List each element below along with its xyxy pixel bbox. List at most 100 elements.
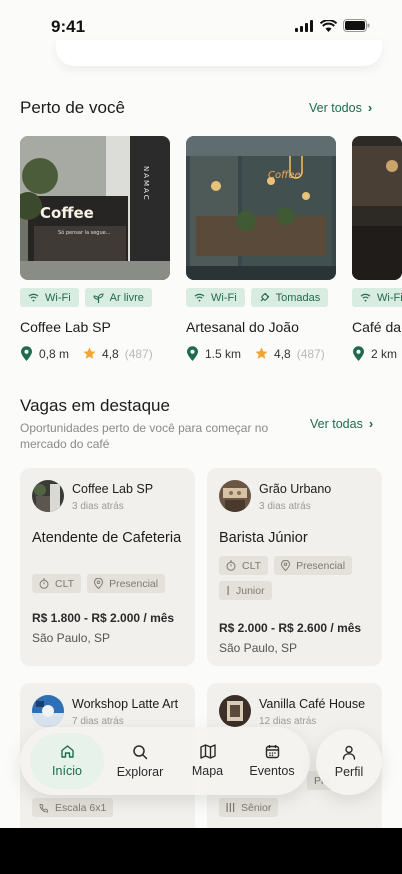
place-tags: Wi-Fi Ar livre — [20, 288, 152, 307]
chevron-right-icon: › — [368, 416, 374, 431]
job-chips: Sênior — [219, 798, 379, 817]
phone-icon — [39, 803, 48, 812]
wifi-status-icon — [320, 19, 337, 32]
place-rating: 4,8 — [102, 346, 119, 361]
nav-item-profile[interactable]: Perfil — [316, 729, 382, 795]
chip-level: Sênior — [219, 798, 279, 817]
nearby-places-carousel[interactable]: Coffee Só pensar la segue... NAMAC Wi-Fi… — [20, 136, 402, 366]
wifi-icon — [194, 293, 205, 302]
app-screen: 9:41 Perto de você Ver todos › Coffee Só… — [0, 0, 402, 828]
battery-icon — [343, 19, 370, 32]
wifi-icon — [28, 293, 39, 302]
job-chips: CLT Presencial — [32, 574, 192, 593]
tag-wifi: Wi-Fi — [20, 288, 79, 307]
signal-icon — [295, 19, 313, 32]
company-avatar — [219, 695, 251, 727]
place-name: Café da — [352, 319, 402, 335]
chip-contract: CLT — [219, 556, 269, 575]
place-tags: Wi-Fi — [352, 288, 402, 307]
chip-contract: CLT — [32, 574, 82, 593]
place-photo — [352, 136, 402, 280]
nav-item-explore[interactable]: Explorar — [110, 733, 170, 789]
job-role: Barista Júnior — [219, 530, 308, 546]
job-chips: Escala 6x1 — [32, 798, 192, 817]
place-review-count: (487) — [296, 346, 325, 361]
calendar-icon — [265, 745, 279, 759]
star-icon — [255, 347, 268, 359]
job-card[interactable]: Coffee Lab SP 3 dias atrás Atendente de … — [20, 468, 195, 666]
star-icon — [83, 347, 96, 359]
place-review-count: (487) — [124, 346, 153, 361]
jobs-see-all-link[interactable]: Ver todas › — [310, 416, 373, 431]
coffee-lab-facade-image: Coffee Só pensar la segue... NAMAC — [20, 136, 170, 280]
bottom-nav: Início Explorar Mapa Eventos — [20, 727, 310, 795]
jobs-section-subtitle: Oportunidades perto de você para começar… — [20, 421, 269, 451]
search-card-bottom — [56, 40, 382, 66]
job-card[interactable]: Grão Urbano 3 dias atrás Barista Júnior … — [207, 468, 382, 666]
neon-sign-text: Coffee — [268, 170, 301, 181]
stopwatch-icon — [39, 578, 49, 589]
job-company: Vanilla Café House — [259, 697, 366, 711]
job-city: São Paulo, SP — [219, 641, 298, 655]
status-icons — [295, 19, 370, 32]
place-meta: 1.5 km 4,8 (487) — [186, 346, 325, 361]
nav-item-events[interactable]: Eventos — [244, 733, 300, 789]
tag-outlets: Tomadas — [250, 288, 329, 307]
tag-wifi: Wi-Fi — [186, 288, 245, 307]
place-tags: Wi-Fi Tomadas — [186, 288, 329, 307]
place-distance: 2 km — [371, 346, 398, 361]
place-meta: 2 km — [352, 346, 397, 361]
home-icon — [60, 745, 74, 758]
job-posted-ago: 3 dias atrás — [72, 501, 124, 512]
place-distance: 0,8 m — [39, 346, 70, 361]
chevron-right-icon: › — [367, 100, 373, 115]
level-bar-icon — [227, 586, 229, 595]
jobs-section-title: Vagas em destaque — [20, 396, 170, 415]
tag-outdoor: Ar livre — [84, 288, 152, 307]
status-time: 9:41 — [51, 17, 86, 36]
place-rating: 4,8 — [274, 346, 291, 361]
nav-item-map[interactable]: Mapa — [180, 733, 235, 789]
map-icon — [199, 744, 216, 759]
nav-item-home[interactable]: Início — [30, 733, 104, 789]
see-all-label: Ver todas — [310, 416, 363, 431]
artesanal-storefront-image: Coffee — [186, 136, 336, 280]
place-name: Artesanal do João — [186, 319, 299, 335]
job-role: Atendente de Cafeteria — [32, 530, 182, 546]
stopwatch-icon — [226, 560, 236, 571]
chip-shift: Escala 6x1 — [32, 798, 114, 817]
place-distance: 1.5 km — [205, 346, 242, 361]
job-company: Coffee Lab SP — [72, 482, 154, 496]
job-salary: R$ 1.800 - R$ 2.000 / mês — [32, 611, 175, 625]
location-pin-icon — [187, 346, 198, 361]
plant-icon — [93, 292, 104, 303]
place-card[interactable]: Coffee Wi-Fi Tomadas Artesanal do João 1… — [186, 136, 336, 361]
nearby-see-all-link[interactable]: Ver todos › — [309, 100, 372, 115]
chip-location-type: Presencial — [274, 556, 353, 575]
place-photo: Coffee Só pensar la segue... NAMAC — [20, 136, 170, 280]
user-icon — [342, 745, 356, 760]
photo-sign-text: Coffee — [40, 204, 94, 222]
job-posted-ago: 3 dias atrás — [259, 501, 311, 512]
wifi-icon — [360, 293, 371, 302]
svg-text:Só pensar la segue...: Só pensar la segue... — [58, 229, 111, 236]
search-icon — [133, 744, 148, 759]
place-card[interactable]: Wi-Fi Café da 2 km — [352, 136, 402, 361]
place-card[interactable]: Coffee Só pensar la segue... NAMAC Wi-Fi… — [20, 136, 170, 361]
company-avatar — [32, 695, 64, 727]
job-salary: R$ 2.000 - R$ 2.600 / mês — [219, 621, 362, 635]
place-meta: 0,8 m 4,8 (487) — [20, 346, 153, 361]
company-avatar — [32, 480, 64, 512]
nearby-section-title: Perto de você — [20, 98, 125, 117]
tag-wifi: Wi-Fi — [352, 288, 402, 307]
chip-location-type: Presencial — [87, 574, 166, 593]
location-outline-icon — [94, 578, 104, 589]
plug-icon — [260, 292, 269, 302]
job-posted-ago: 7 dias atrás — [72, 716, 124, 727]
place-name: Coffee Lab SP — [20, 319, 111, 335]
location-outline-icon — [281, 560, 291, 571]
job-posted-ago: 12 dias atrás — [259, 716, 317, 727]
job-chips: CLT Presencial Junior — [219, 556, 379, 600]
location-pin-icon — [353, 346, 364, 361]
place-photo: Coffee — [186, 136, 336, 280]
